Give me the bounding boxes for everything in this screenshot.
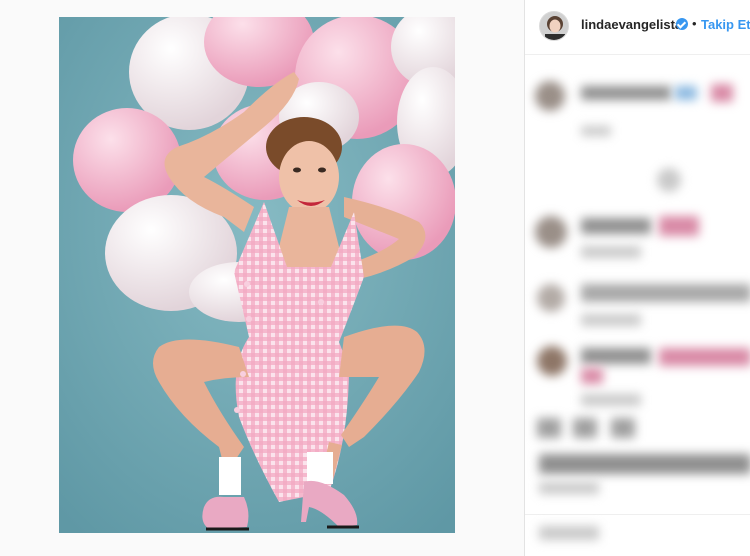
comment-line [581, 368, 603, 384]
comment-line [581, 348, 651, 364]
comment-line [581, 86, 671, 100]
author-username[interactable]: lindaevangelista [581, 17, 682, 32]
comment-line [659, 216, 699, 236]
comment-meta [581, 126, 611, 136]
comment-avatar [537, 346, 567, 376]
likes-line [539, 454, 750, 474]
comments-area [525, 56, 750, 556]
comment-meta [581, 314, 641, 326]
comment-line [675, 86, 697, 100]
comment-icon [573, 418, 597, 438]
comment-meta [581, 394, 641, 406]
post-header: lindaevangelista • Takip Et [525, 0, 750, 55]
comment-input [539, 526, 599, 540]
separator-dot: • [692, 16, 697, 31]
like-icon [537, 418, 561, 438]
comment-line [581, 284, 750, 302]
share-icon [611, 418, 635, 438]
post-photo[interactable] [59, 17, 455, 533]
timestamp [539, 482, 599, 494]
follow-button[interactable]: Takip Et [701, 17, 750, 32]
comment-avatar [537, 284, 565, 312]
comment-line [659, 348, 750, 366]
comment-line [581, 218, 651, 234]
comment-avatar [535, 81, 565, 111]
post-photo-image [59, 17, 455, 533]
comment-line [711, 84, 733, 102]
author-avatar[interactable] [539, 11, 569, 41]
divider [525, 514, 750, 515]
comment-avatar [535, 216, 567, 248]
comment-meta [581, 246, 641, 258]
load-more-icon [657, 168, 681, 192]
avatar-image [540, 12, 568, 40]
post-side-panel: lindaevangelista • Takip Et [524, 0, 750, 556]
verified-badge-icon [676, 18, 688, 30]
